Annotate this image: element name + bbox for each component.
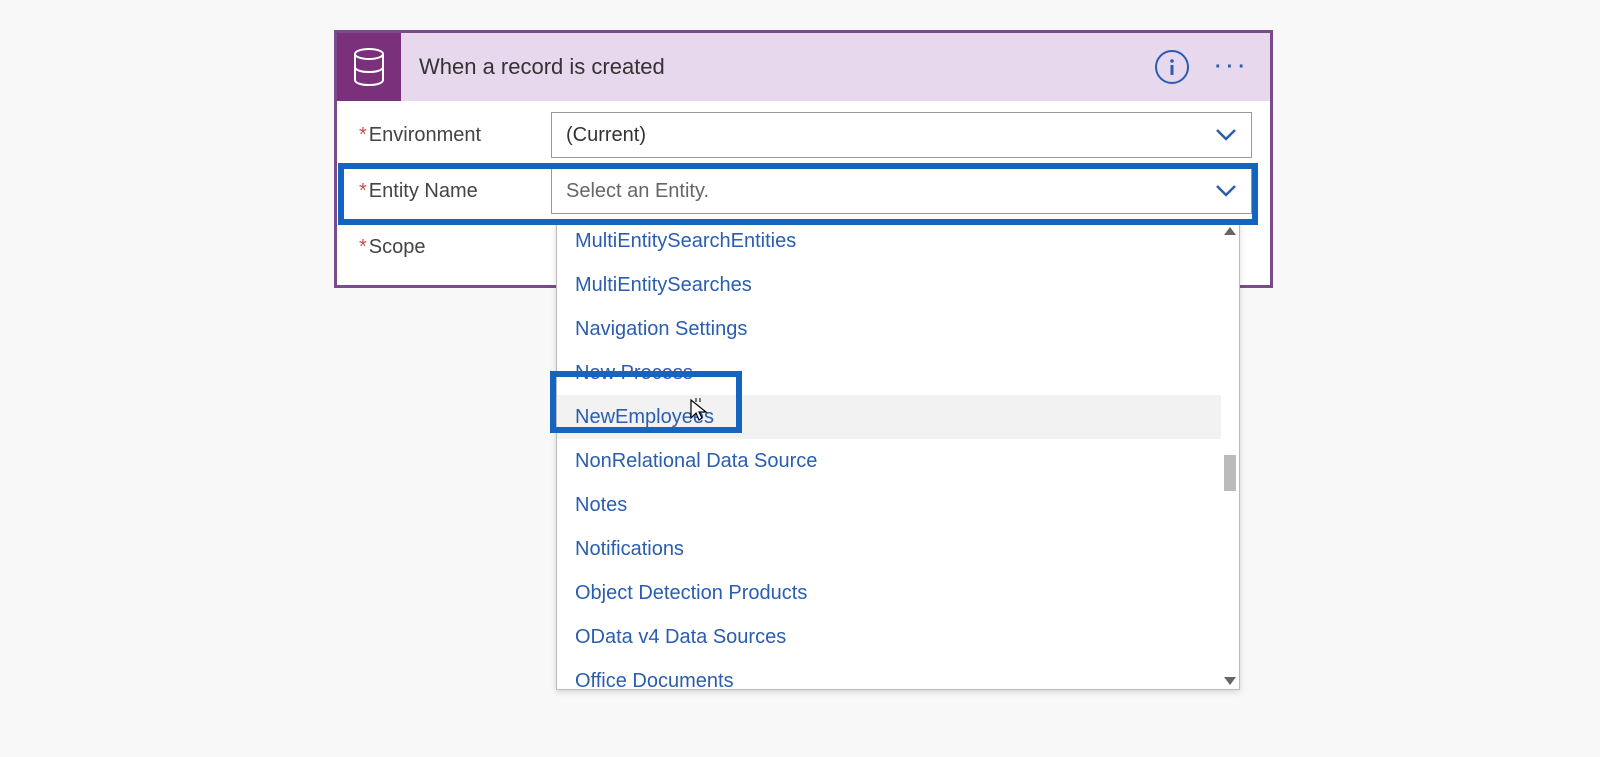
chevron-down-icon [1215, 184, 1237, 198]
label-scope: * Scope [341, 236, 551, 259]
dropdown-inner: MultiEntitySearchEntitiesMultiEntitySear… [557, 223, 1239, 689]
label-entity: * Entity Name [341, 180, 551, 203]
entity-placeholder: Select an Entity. [566, 180, 709, 203]
label-environment-text: Environment [369, 124, 481, 147]
entity-select[interactable]: Select an Entity. [551, 168, 1252, 214]
entity-option[interactable]: Object Detection Products [557, 571, 1221, 615]
label-entity-text: Entity Name [369, 180, 478, 203]
entity-option[interactable]: Notifications [557, 527, 1221, 571]
entity-option[interactable]: Navigation Settings [557, 307, 1221, 351]
info-icon[interactable] [1155, 50, 1189, 84]
row-environment: * Environment (Current) [341, 107, 1266, 163]
scroll-down-icon[interactable] [1224, 677, 1236, 685]
entity-option[interactable]: New Process [557, 351, 1221, 395]
entity-option[interactable]: MultiEntitySearchEntities [557, 223, 1221, 263]
environment-select[interactable]: (Current) [551, 112, 1252, 158]
more-actions-icon[interactable]: ··· [1215, 56, 1250, 79]
card-header: When a record is created ··· [337, 33, 1270, 101]
scrollbar[interactable] [1223, 227, 1237, 685]
scrollbar-thumb[interactable] [1224, 455, 1236, 491]
entity-dropdown: MultiEntitySearchEntitiesMultiEntitySear… [556, 222, 1240, 690]
entity-option[interactable]: OData v4 Data Sources [557, 615, 1221, 659]
entity-option[interactable]: Notes [557, 483, 1221, 527]
label-scope-text: Scope [369, 236, 426, 259]
row-entity: * Entity Name Select an Entity. [341, 163, 1266, 219]
entity-option[interactable]: Office Documents [557, 659, 1221, 689]
database-icon [337, 33, 401, 101]
entity-option[interactable]: NewEmployees [557, 395, 1221, 439]
label-environment: * Environment [341, 124, 551, 147]
required-marker: * [359, 236, 367, 259]
entity-option[interactable]: NonRelational Data Source [557, 439, 1221, 483]
entity-option[interactable]: MultiEntitySearches [557, 263, 1221, 307]
required-marker: * [359, 124, 367, 147]
card-title: When a record is created [401, 54, 1155, 80]
environment-value: (Current) [566, 124, 646, 147]
required-marker: * [359, 180, 367, 203]
scroll-up-icon[interactable] [1224, 227, 1236, 235]
chevron-down-icon [1215, 128, 1237, 142]
